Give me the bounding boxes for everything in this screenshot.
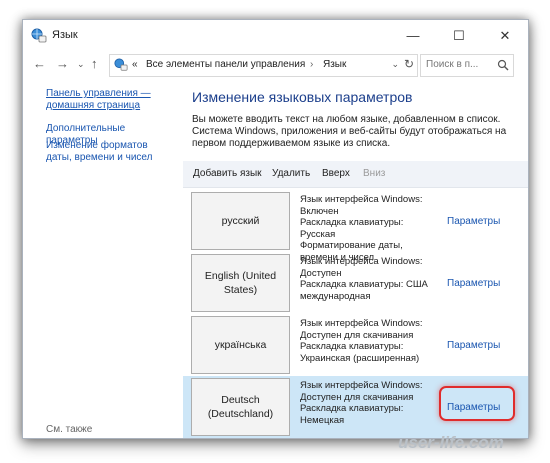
language-name-button[interactable]: русский bbox=[191, 192, 290, 250]
language-name-button[interactable]: українська bbox=[191, 316, 290, 374]
language-info-line: Раскладка клавиатуры: Русская bbox=[300, 217, 404, 240]
window-title: Язык bbox=[52, 29, 78, 41]
sidebar-formats-link[interactable]: Изменение форматов даты, времени и чисел bbox=[46, 140, 176, 164]
close-button[interactable]: ✕ bbox=[482, 20, 528, 51]
control-panel-window: Язык — ☐ ✕ ← → ⌄ ↑ « Все элементы панели… bbox=[22, 19, 529, 439]
language-info: Язык интерфейса Windows: Доступен для ск… bbox=[300, 380, 440, 426]
see-also-label: См. также bbox=[46, 424, 93, 435]
address-dropdown-icon[interactable]: ⌄ bbox=[391, 59, 399, 70]
forward-arrow-icon[interactable]: → bbox=[56, 56, 69, 71]
remove-button[interactable]: Удалить bbox=[272, 168, 310, 179]
options-link[interactable]: Параметры bbox=[447, 402, 500, 413]
sidebar: Панель управления — домашняя страница До… bbox=[23, 79, 181, 438]
language-info-line: Раскладка клавиатуры: bbox=[300, 341, 404, 352]
recent-locations-icon[interactable]: ⌄ bbox=[77, 59, 85, 70]
add-language-button[interactable]: Добавить язык bbox=[193, 168, 262, 179]
up-arrow-icon[interactable]: ↑ bbox=[91, 56, 98, 71]
breadcrumb-language[interactable]: Язык bbox=[323, 59, 346, 70]
language-row-russian[interactable]: русский Язык интерфейса Windows: Включен… bbox=[183, 190, 528, 263]
language-row-ukrainian[interactable]: українська Язык интерфейса Windows: Дост… bbox=[183, 314, 528, 376]
language-info-line: Доступен для скачивания bbox=[300, 329, 414, 341]
search-box[interactable]: Поиск в п... bbox=[420, 54, 514, 77]
language-info-line: Язык интерфейса Windows: bbox=[300, 380, 423, 391]
language-info-line: Язык интерфейса Windows: bbox=[300, 318, 423, 329]
language-app-icon bbox=[31, 28, 47, 49]
control-panel-icon bbox=[114, 58, 128, 77]
language-info-line: Язык интерфейса Windows: bbox=[300, 256, 423, 267]
move-down-button: Вниз bbox=[363, 168, 386, 179]
address-bar[interactable]: « Все элементы панели управления › Язык … bbox=[109, 54, 418, 77]
language-info-line: Немецкая bbox=[300, 414, 345, 426]
language-info: Язык интерфейса Windows: Доступен Раскла… bbox=[300, 256, 440, 302]
page-description: Вы можете вводить текст на любом языке, … bbox=[192, 114, 507, 149]
options-link[interactable]: Параметры bbox=[447, 278, 500, 289]
watermark: user-life.com bbox=[398, 433, 504, 452]
language-info-line: Доступен для скачивания bbox=[300, 391, 414, 403]
move-up-button[interactable]: Вверх bbox=[322, 168, 350, 179]
language-info-line: международная bbox=[300, 290, 371, 302]
options-link[interactable]: Параметры bbox=[447, 216, 500, 227]
minimize-button[interactable]: — bbox=[390, 20, 436, 51]
breadcrumb-all-items[interactable]: Все элементы панели управления bbox=[146, 59, 305, 70]
language-name-button[interactable]: English (United States) bbox=[191, 254, 290, 312]
breadcrumb-overflow[interactable]: « bbox=[132, 59, 138, 70]
breadcrumb-separator: › bbox=[310, 59, 314, 70]
title-bar: Язык — ☐ ✕ bbox=[23, 20, 528, 51]
refresh-icon[interactable]: ↻ bbox=[404, 57, 414, 71]
sidebar-home-link[interactable]: Панель управления — домашняя страница bbox=[46, 88, 176, 112]
search-icon bbox=[497, 58, 509, 76]
language-info-line: Язык интерфейса Windows: bbox=[300, 194, 423, 205]
language-toolbar: Добавить язык Удалить Вверх Вниз bbox=[183, 161, 528, 188]
options-link[interactable]: Параметры bbox=[447, 340, 500, 351]
language-info-line: Включен bbox=[300, 205, 339, 217]
language-row-german[interactable]: Deutsch (Deutschland) Язык интерфейса Wi… bbox=[183, 376, 528, 438]
language-name-button[interactable]: Deutsch (Deutschland) bbox=[191, 378, 290, 436]
maximize-button[interactable]: ☐ bbox=[436, 20, 482, 51]
language-info: Язык интерфейса Windows: Доступен для ск… bbox=[300, 318, 440, 364]
navigation-bar: ← → ⌄ ↑ « Все элементы панели управления… bbox=[23, 51, 528, 79]
language-info-line: Раскладка клавиатуры: bbox=[300, 403, 404, 414]
page-title: Изменение языковых параметров bbox=[192, 89, 413, 105]
language-info-line: Доступен bbox=[300, 267, 342, 279]
back-arrow-icon[interactable]: ← bbox=[33, 56, 46, 71]
language-info-line: Украинская (расширенная) bbox=[300, 352, 420, 364]
language-info-line: Раскладка клавиатуры: США bbox=[300, 279, 428, 290]
search-placeholder: Поиск в п... bbox=[426, 59, 479, 70]
language-row-english[interactable]: English (United States) Язык интерфейса … bbox=[183, 252, 528, 314]
